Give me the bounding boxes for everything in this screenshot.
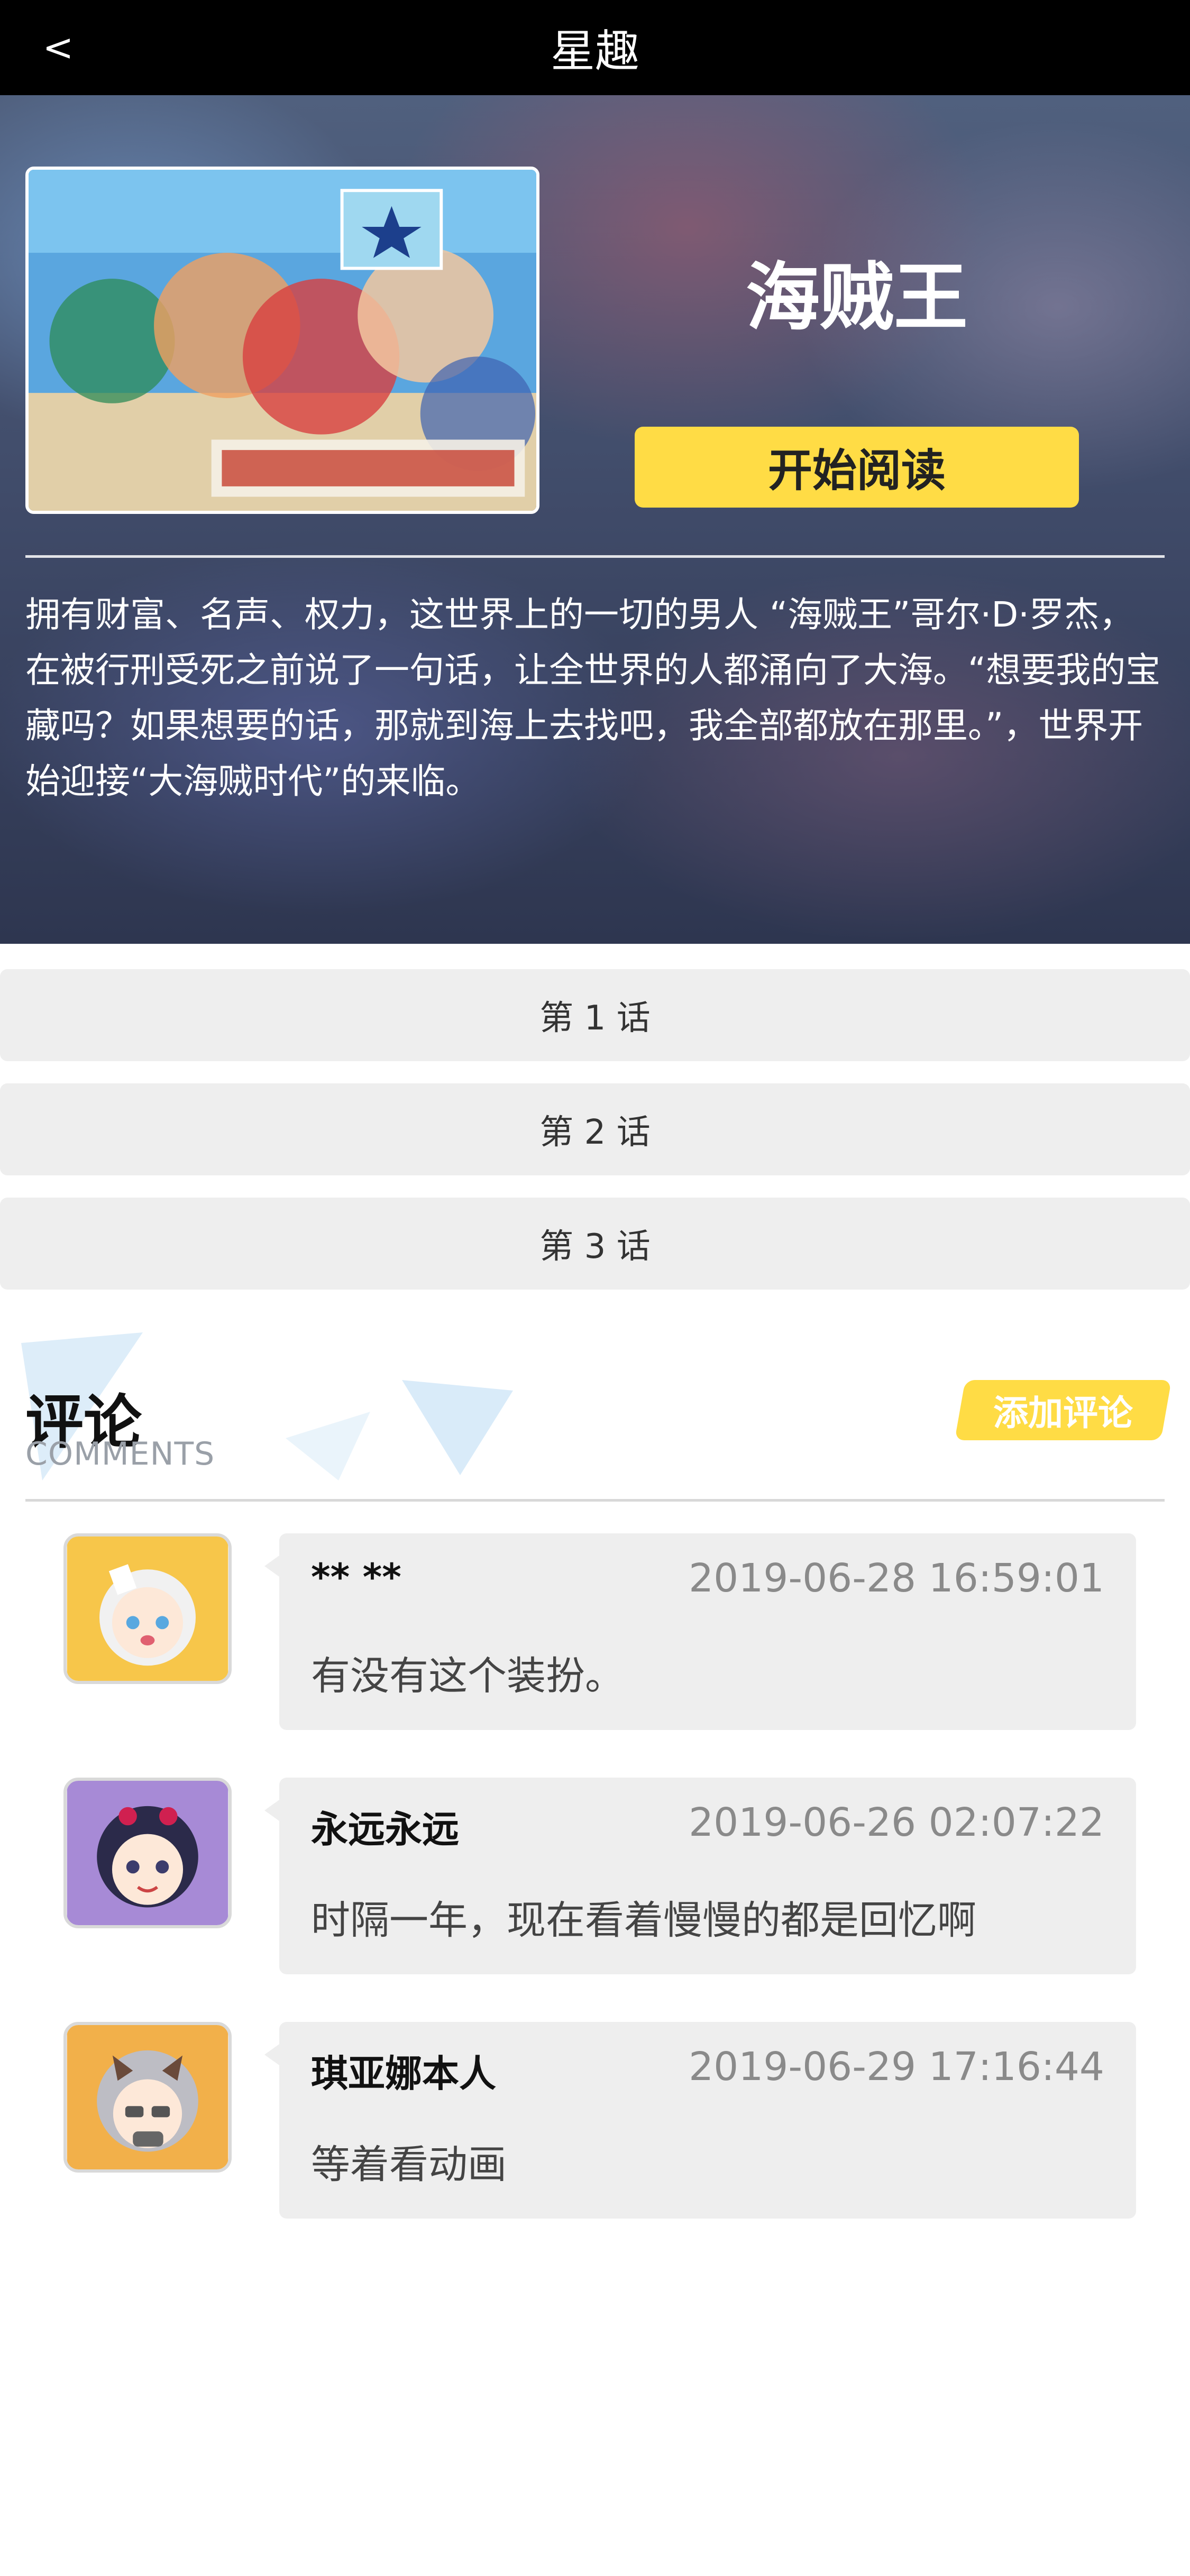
comment-username: ** ** bbox=[311, 1556, 401, 1599]
comment-card-1: ** ** 2019-06-28 16:59:01 有没有这个装扮。 bbox=[264, 1533, 1136, 1730]
chapter-item-3[interactable]: 第 3 话 bbox=[0, 1198, 1190, 1290]
comment-timestamp: 2019-06-29 17:16:44 bbox=[689, 2044, 1104, 2090]
chapter-item-2[interactable]: 第 2 话 bbox=[0, 1083, 1190, 1175]
chapter-item-1[interactable]: 第 1 话 bbox=[0, 969, 1190, 1061]
book-title: 海贼王 bbox=[745, 255, 968, 341]
comment-timestamp: 2019-06-26 02:07:22 bbox=[689, 1800, 1104, 1845]
book-description: 拥有财富、名声、权力，这世界上的一切的男人 “海贼王”哥尔·D·罗杰，在被行刑受… bbox=[25, 594, 1161, 802]
add-comment-button[interactable]: 添加评论 bbox=[954, 1380, 1172, 1440]
avatar-icon[interactable] bbox=[63, 1533, 232, 1684]
comment-card-3: 琪亚娜本人 2019-06-29 17:16:44 等着看动画 bbox=[264, 2022, 1136, 2219]
comment-text: 有没有这个装扮。 bbox=[311, 1653, 624, 1699]
start-reading-button[interactable]: 开始阅读 bbox=[635, 427, 1079, 508]
top-bar: < 星趣 bbox=[0, 0, 1190, 95]
comment-timestamp: 2019-06-28 16:59:01 bbox=[689, 1556, 1104, 1601]
comment-card-2: 永远永远 2019-06-26 02:07:22 时隔一年，现在看着慢慢的都是回… bbox=[264, 1778, 1136, 1974]
comment-username: 永远永远 bbox=[311, 1808, 459, 1851]
avatar-icon[interactable] bbox=[63, 2022, 232, 2173]
page-title: 星趣 bbox=[550, 25, 639, 77]
hero-divider bbox=[25, 555, 1165, 558]
avatar-icon[interactable] bbox=[63, 1778, 232, 1928]
comment-username: 琪亚娜本人 bbox=[311, 2052, 496, 2095]
comments-subtitle: COMMENTS bbox=[25, 1436, 215, 1473]
add-comment-label: 添加评论 bbox=[993, 1393, 1133, 1433]
book-cover-image bbox=[25, 167, 539, 514]
book-hero: 海贼王 开始阅读 拥有财富、名声、权力，这世界上的一切的男人 “海贼王”哥尔·D… bbox=[0, 95, 1190, 944]
comment-text: 时隔一年，现在看着慢慢的都是回忆啊 bbox=[311, 1898, 976, 1943]
comments-divider bbox=[25, 1499, 1165, 1502]
comment-text: 等着看动画 bbox=[311, 2142, 507, 2187]
